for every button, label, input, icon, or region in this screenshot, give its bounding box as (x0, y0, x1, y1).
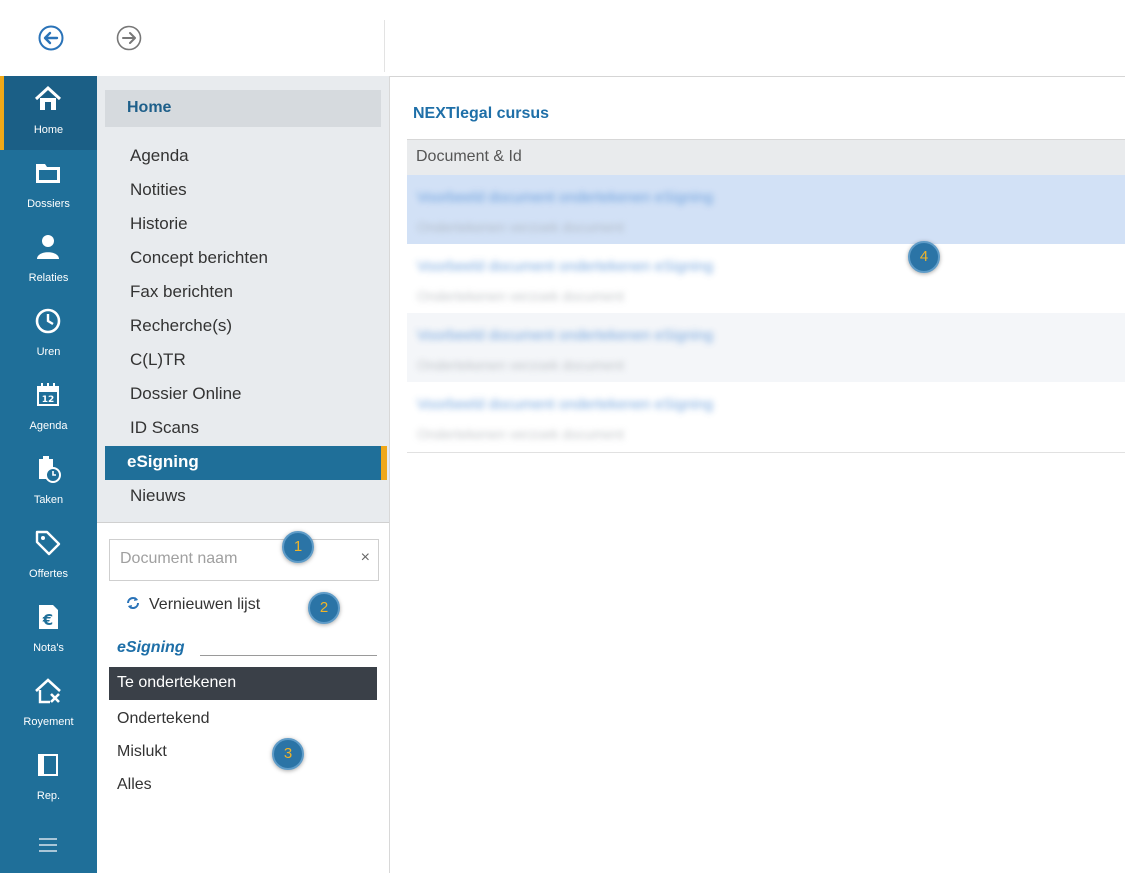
rail-label: Nota's (33, 642, 64, 654)
table-row[interactable]: Voorbeeld document ondertekenen eSigning… (407, 313, 1125, 382)
refresh-list-button[interactable]: Vernieuwen lijst (125, 595, 260, 614)
table-row[interactable]: Voorbeeld document ondertekenen eSigning… (407, 175, 1125, 244)
rail-label: Agenda (29, 420, 68, 432)
table-header[interactable]: Document & Id (407, 139, 1125, 176)
nav-item-esigning[interactable]: eSigning (105, 446, 387, 480)
rail-item-relaties[interactable]: Relaties (0, 224, 97, 298)
row-document-name: Voorbeeld document ondertekenen eSigning (417, 396, 714, 413)
filter-alles[interactable]: Alles (117, 776, 152, 794)
house-x-icon (35, 678, 61, 704)
filter-ondertekend[interactable]: Ondertekend (117, 710, 210, 728)
rail-label: Uren (36, 346, 61, 358)
section-title: eSigning (117, 639, 185, 656)
rail-item-dossiers[interactable]: Dossiers (0, 150, 97, 224)
rail-label: Royement (23, 716, 74, 728)
clock-icon (35, 308, 61, 334)
row-document-name: Voorbeeld document ondertekenen eSigning (417, 258, 714, 275)
rail-item-rep[interactable]: Rep. (0, 742, 97, 816)
nav-home-label: Home (127, 99, 172, 116)
callout-badge-2: 2 (308, 592, 340, 624)
rail-item-uren[interactable]: Uren (0, 298, 97, 372)
nav-item-id-scans[interactable]: ID Scans (130, 418, 199, 438)
nav-item-nieuws[interactable]: Nieuws (130, 486, 186, 506)
callout-badge-4: 4 (908, 241, 940, 273)
book-icon (38, 754, 58, 776)
row-document-id: Ondertekenen verzoek document (417, 357, 625, 373)
rail-label: Home (33, 124, 64, 136)
rail-item-royement[interactable]: Royement (0, 668, 97, 742)
rail-item-home[interactable]: Home (0, 76, 97, 150)
row-document-name: Voorbeeld document ondertekenen eSigning (417, 189, 714, 206)
column-header-document: Document & Id (416, 148, 522, 165)
rail-label: Dossiers (27, 198, 70, 210)
toolbar-separator (384, 20, 385, 72)
callout-badge-3: 3 (272, 738, 304, 770)
nav-item-fax-berichten[interactable]: Fax berichten (130, 282, 233, 302)
filter-label: Te ondertekenen (117, 674, 237, 691)
refresh-label: Vernieuwen lijst (149, 596, 261, 613)
home-icon (34, 85, 62, 110)
nav-item-historie[interactable]: Historie (130, 214, 188, 234)
callout-badge-1: 1 (282, 531, 314, 563)
hamburger-icon[interactable] (38, 835, 58, 855)
search-box: × (109, 539, 379, 581)
top-divider (384, 76, 1125, 77)
folder-icon (36, 164, 60, 183)
table-row[interactable]: Voorbeeld document ondertekenen eSigning… (407, 382, 1125, 451)
table-row[interactable]: Voorbeeld document ondertekenen eSigning… (407, 244, 1125, 313)
tag-icon (35, 530, 61, 556)
section-divider (200, 655, 377, 656)
filter-te-ondertekenen[interactable]: Te ondertekenen (109, 667, 377, 700)
rail-label: Rep. (36, 790, 61, 802)
icon-rail: Home Dossiers Relaties Uren 12 Agenda Ta… (0, 76, 97, 873)
filter-mislukt[interactable]: Mislukt (117, 743, 167, 761)
top-toolbar (0, 0, 1125, 76)
rail-item-agenda[interactable]: 12 Agenda (0, 372, 97, 446)
rail-label: Relaties (28, 272, 69, 284)
nav-item-cltr[interactable]: C(L)TR (130, 350, 186, 370)
rail-item-taken[interactable]: Taken (0, 446, 97, 520)
nav-item-concept-berichten[interactable]: Concept berichten (130, 248, 268, 268)
invoice-euro-icon: € (39, 605, 58, 629)
panel-divider (389, 76, 390, 873)
svg-text:€: € (42, 611, 53, 629)
rail-label: Offertes (29, 568, 68, 580)
page-title: NEXTlegal cursus (413, 105, 550, 122)
table-bottom-border (407, 452, 1125, 453)
row-document-id: Ondertekenen verzoek document (417, 426, 625, 442)
nav-item-dossier-online[interactable]: Dossier Online (130, 384, 242, 404)
nav-item-recherches[interactable]: Recherche(s) (130, 316, 232, 336)
refresh-icon (127, 597, 139, 609)
clear-search-button[interactable]: × (361, 549, 370, 567)
nav-home-header[interactable]: Home (105, 90, 381, 127)
back-icon[interactable] (38, 25, 64, 51)
nav-item-label: eSigning (127, 452, 199, 471)
nav-panel: Home Agenda Notities Historie Concept be… (97, 76, 389, 522)
nav-item-agenda[interactable]: Agenda (130, 146, 189, 166)
rail-item-offertes[interactable]: Offertes (0, 520, 97, 594)
clipboard-clock-icon (39, 456, 61, 483)
nav-item-notities[interactable]: Notities (130, 180, 187, 200)
row-document-name: Voorbeeld document ondertekenen eSigning (417, 327, 714, 344)
rail-label: Taken (33, 494, 64, 506)
row-document-id: Ondertekenen verzoek document (417, 288, 625, 304)
calendar-icon: 12 (37, 383, 59, 406)
rail-item-notas[interactable]: € Nota's (0, 594, 97, 668)
person-icon (37, 235, 59, 259)
esigning-filter-panel: × Vernieuwen lijst eSigning Te onderteke… (97, 522, 389, 874)
svg-text:12: 12 (42, 395, 55, 405)
row-document-id: Ondertekenen verzoek document (417, 219, 625, 235)
forward-icon[interactable] (116, 25, 142, 51)
